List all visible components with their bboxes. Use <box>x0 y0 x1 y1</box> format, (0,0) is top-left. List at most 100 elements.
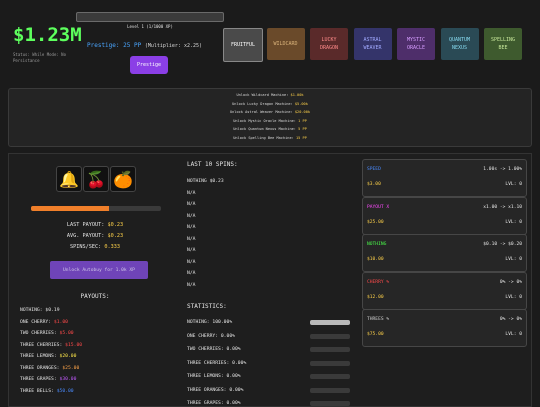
machine-tab[interactable]: MYSTIC ORACLE <box>397 28 435 60</box>
unlock-text: Unlock Mystic Oracle Machine: <box>233 118 299 123</box>
unlock-row[interactable]: Unlock Lucky Dragon Machine: $5.00k <box>9 102 531 106</box>
statistic-label: THREE ORANGES: 0.00% <box>187 387 244 393</box>
prestige-multiplier: (Multiplier: x2.25) <box>144 43 203 49</box>
statistic-label: TWO CHERRIES: 0.00% <box>187 347 241 352</box>
unlock-row[interactable]: Unlock Astral Weaver Machine: $20.00k <box>9 110 531 114</box>
payout-label: THREE BELLS: <box>20 388 57 394</box>
machine-tab[interactable]: FRUITFUL <box>223 28 263 62</box>
machine-tab[interactable]: SPELLING BEE <box>484 28 522 60</box>
payout-value: $1.00 <box>53 319 68 325</box>
unlock-cost: 1 PP <box>298 118 307 123</box>
payout-row: NOTHING: $0.19 <box>20 308 60 313</box>
payouts-title: PAYOUTS: <box>80 293 110 300</box>
status-text: Status: While Mode: No Persistance <box>13 52 66 63</box>
last-spin-row: N/A <box>187 236 196 242</box>
reel-1: 🔔 <box>56 166 82 192</box>
payout-label: THREE ORANGES: <box>20 365 63 371</box>
upgrade-card[interactable]: NOTHING $0.10 -> $0.20 $10.00 LVL: 0 <box>362 234 527 272</box>
machine-tab-label: MYSTIC ORACLE <box>406 37 426 51</box>
upgrade-effect: 1.00s -> 1.00% <box>483 167 522 172</box>
level-text: Level 1 (1/1000 XP) <box>127 24 173 29</box>
payout-row: THREE GRAPES: $30.00 <box>20 377 76 382</box>
last-spin-row: N/A <box>187 259 196 265</box>
statistic-label: THREE CHERRIES: 0.00% <box>187 360 247 366</box>
upgrade-name: SPEED <box>367 167 381 172</box>
machine-tab[interactable]: LUCKY DRAGON <box>310 28 348 60</box>
unlock-text: Unlock Lucky Dragon Machine: <box>232 101 295 106</box>
prestige-info: Prestige: 25 PP (Multiplier: x2.25) <box>87 42 202 49</box>
last-spins-title: LAST 10 SPINS: <box>187 161 238 168</box>
spins-per-sec: SPINS/SEC: 0.333 <box>20 244 170 250</box>
prestige-points: Prestige: 25 PP <box>87 42 142 49</box>
machine-tab-label: ASTRAL WEAVER <box>363 37 382 51</box>
statistic-label: NOTHING: 100.00% <box>187 320 233 325</box>
upgrade-level: LVL: 0 <box>505 332 522 337</box>
upgrade-card[interactable]: CHERRY % 0% -> 0% $12.00 LVL: 0 <box>362 271 527 310</box>
statistic-row: THREE CHERRIES: 0.00% <box>187 360 351 366</box>
upgrade-card[interactable]: THREES % 0% -> 0% $75.00 LVL: 0 <box>362 309 527 347</box>
unlock-text: Unlock Astral Weaver Machine: <box>229 110 295 115</box>
spins-per-sec-value: 0.333 <box>104 244 120 250</box>
machine-tab-label: SPELLING BEE <box>490 37 516 51</box>
statistic-bar <box>310 387 350 393</box>
bell-icon: 🔔 <box>59 169 79 189</box>
payout-row: THREE CHERRIES: $15.00 <box>20 343 82 348</box>
machine-tab-label: FRUITFUL <box>230 42 256 48</box>
prestige-button[interactable]: Prestige <box>130 56 168 74</box>
unlock-row[interactable]: Unlock Quantum Nexus Machine: 5 PP <box>9 127 531 131</box>
statistic-row: THREE LEMONS: 0.00% <box>187 374 351 379</box>
autobuy-button[interactable]: Unlock Autobuy for 1.0k XP <box>50 261 148 279</box>
level-progress-bar <box>76 12 224 22</box>
unlock-row[interactable]: Unlock Wildcard Machine: $1.00k <box>9 93 531 97</box>
statistic-bar <box>310 374 350 379</box>
last-spin-row: N/A <box>187 271 196 276</box>
machine-tab[interactable]: QUANTUM NEXUS <box>440 28 479 60</box>
reel-3: 🍊 <box>110 166 136 192</box>
upgrade-effect: 0% -> 0% <box>499 317 522 322</box>
machine-tab[interactable]: ASTRAL WEAVER <box>353 28 392 60</box>
upgrade-price: $3.00 <box>367 182 381 187</box>
upgrade-price: $10.00 <box>367 257 384 262</box>
upgrade-card[interactable]: SPEED 1.00s -> 1.00% $3.00 LVL: 0 <box>362 159 527 197</box>
payout-label: ONE CHERRY: <box>20 319 54 325</box>
unlock-row[interactable]: Unlock Mystic Oracle Machine: 1 PP <box>9 119 531 123</box>
money-display: $1.23M <box>13 24 82 46</box>
statistic-row: THREE GRAPES: 0.00% <box>187 401 351 406</box>
statistic-label: THREE GRAPES: 0.00% <box>187 401 241 406</box>
statistic-bar <box>310 320 350 325</box>
orange-icon: 🍊 <box>113 169 133 189</box>
unlock-row[interactable]: Unlock Spelling Bee Machine: 15 PP <box>9 136 531 140</box>
last-payout-label: LAST PAYOUT: <box>66 222 108 228</box>
payout-value: $30.00 <box>59 377 77 382</box>
statistic-label: ONE CHERRY: 0.00% <box>187 333 235 339</box>
payout-label: THREE CHERRIES: <box>20 342 66 348</box>
payout-row: TWO CHERRIES: $5.00 <box>20 331 74 336</box>
statistic-row: NOTHING: 100.00% <box>187 320 351 325</box>
upgrade-card[interactable]: PAYOUT X x1.00 -> x1.10 $25.00 LVL: 0 <box>362 196 527 235</box>
last-spin-row: N/A <box>187 282 196 288</box>
cherry-icon: 🍒 <box>86 169 106 189</box>
machine-tab[interactable]: WILDCARD <box>266 28 305 60</box>
unlock-cost: 5 PP <box>298 127 307 132</box>
statistic-bar <box>310 333 350 339</box>
upgrade-price: $25.00 <box>367 219 384 225</box>
upgrade-level: LVL: 0 <box>505 219 522 225</box>
unlock-text: Unlock Quantum Nexus Machine: <box>233 127 299 132</box>
statistic-row: THREE ORANGES: 0.00% <box>187 387 351 393</box>
upgrade-name: PAYOUT X <box>367 204 390 210</box>
avg-payout-value: $0.23 <box>107 233 124 239</box>
statistic-bar <box>310 401 350 406</box>
last-spin-row: N/A <box>187 248 196 253</box>
upgrade-effect: x1.00 -> x1.10 <box>483 204 522 210</box>
avg-payout-label: AVG. PAYOUT: <box>66 233 108 239</box>
machine-tab-label: LUCKY DRAGON <box>319 37 339 51</box>
statistic-bar-fill <box>310 320 350 325</box>
spin-progress-bar <box>31 206 161 211</box>
last-spin-row: N/A <box>187 213 196 219</box>
upgrade-level: LVL: 0 <box>505 257 522 262</box>
payout-value: $0.19 <box>45 308 60 313</box>
payout-label: TWO CHERRIES: <box>20 331 60 336</box>
upgrade-level: LVL: 0 <box>505 182 522 187</box>
upgrade-price: $12.00 <box>367 294 384 300</box>
last-spin-row: N/A <box>187 190 196 196</box>
